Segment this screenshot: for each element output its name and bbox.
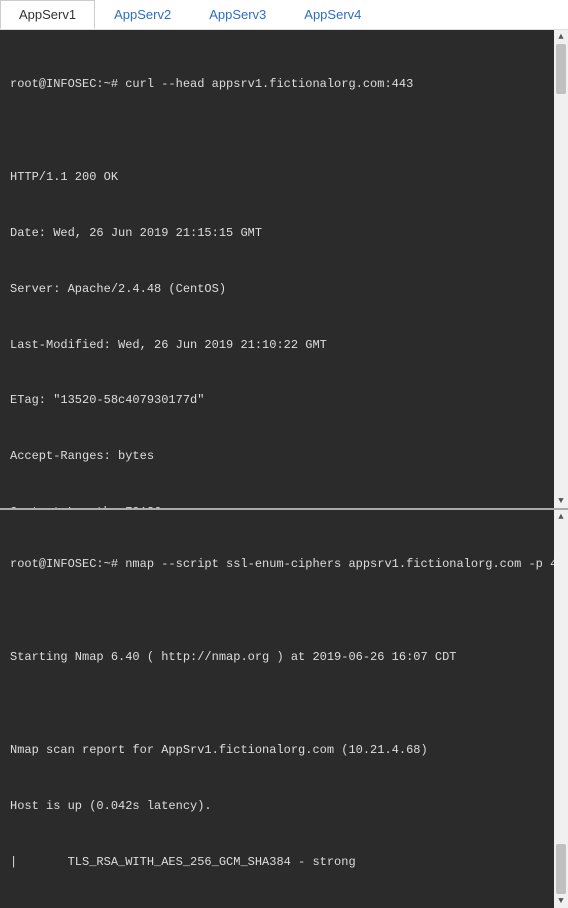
terminal-line: HTTP/1.1 200 OK [10,168,558,187]
scroll-up-icon[interactable]: ▲ [554,30,568,44]
terminal-line: Last-Modified: Wed, 26 Jun 2019 21:10:22… [10,336,558,355]
terminal-line: Accept-Ranges: bytes [10,447,558,466]
terminal-panels: root@INFOSEC:~# curl --head appsrv1.fict… [0,30,568,908]
tab-appserv1[interactable]: AppServ1 [0,0,95,29]
terminal-line: Nmap scan report for AppSrv1.fictionalor… [10,741,558,760]
scroll-thumb[interactable] [556,844,566,894]
terminal-line: Server: Apache/2.4.48 (CentOS) [10,280,558,299]
scroll-down-icon[interactable]: ▼ [554,894,568,908]
terminal-line: Date: Wed, 26 Jun 2019 21:15:15 GMT [10,224,558,243]
terminal-line: root@INFOSEC:~# nmap --script ssl-enum-c… [10,555,558,574]
terminal-line: Starting Nmap 6.40 ( http://nmap.org ) a… [10,648,558,667]
terminal-line: root@INFOSEC:~# curl --head appsrv1.fict… [10,75,558,94]
tab-appserv2[interactable]: AppServ2 [95,0,190,29]
terminal-line: Content-Length: 79136 [10,503,558,510]
terminal-bottom[interactable]: root@INFOSEC:~# nmap --script ssl-enum-c… [0,510,568,908]
tab-appserv3[interactable]: AppServ3 [190,0,285,29]
scrollbar-bottom[interactable]: ▲ ▼ [554,510,568,908]
scroll-down-icon[interactable]: ▼ [554,494,568,508]
terminal-line: Host is up (0.042s latency). [10,797,558,816]
terminal-line: ETag: "13520-58c407930177d" [10,391,558,410]
terminal-top[interactable]: root@INFOSEC:~# curl --head appsrv1.fict… [0,30,568,510]
scroll-up-icon[interactable]: ▲ [554,510,568,524]
scrollbar-top[interactable]: ▲ ▼ [554,30,568,508]
tab-bar: AppServ1 AppServ2 AppServ3 AppServ4 [0,0,568,30]
tab-appserv4[interactable]: AppServ4 [285,0,380,29]
scroll-thumb[interactable] [556,44,566,94]
terminal-line: | TLS_RSA_WITH_AES_256_GCM_SHA384 - stro… [10,853,558,872]
